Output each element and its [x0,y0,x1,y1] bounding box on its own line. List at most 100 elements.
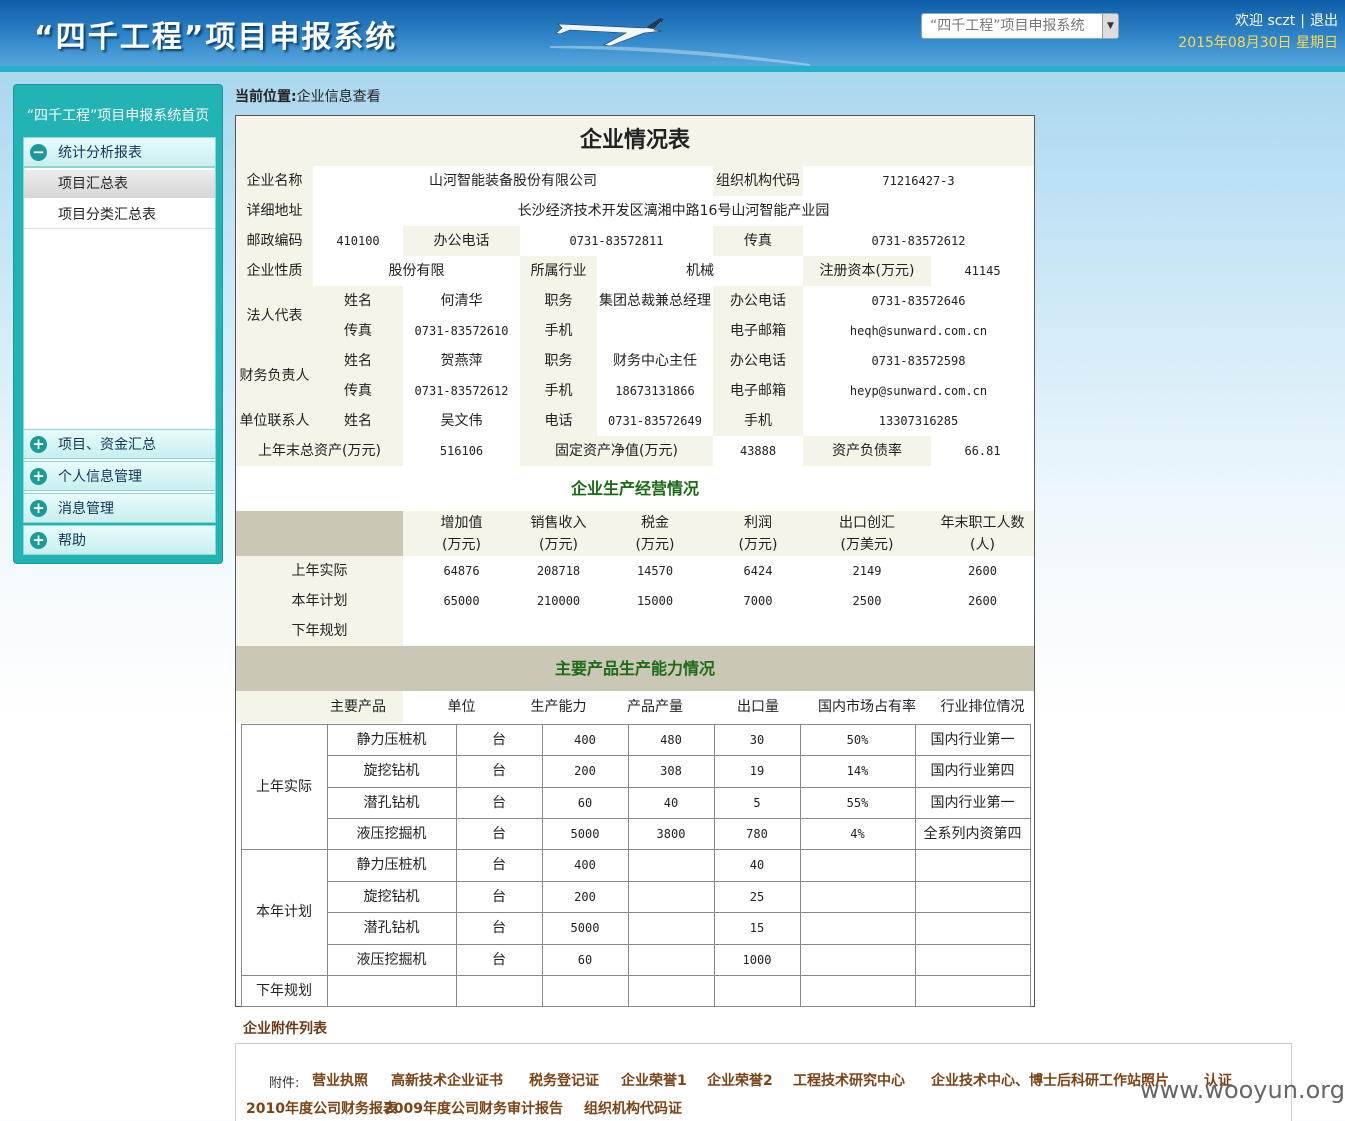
capacity-cell: 4% [850,826,865,841]
sidebar-group-personal[interactable]: + 个人信息管理 [23,461,216,491]
capacity-cell [800,975,915,1006]
company-address: 长沙经济技术开发区漓湘中路16号山河智能产业园 [517,203,830,219]
postcode: 410100 [336,234,380,248]
capacity-cell: 308 [660,764,682,778]
field-label: 法人代表 [236,286,313,346]
production-value [803,616,931,646]
production-value: 210000 [536,594,581,608]
field-label: 注册资本(万元) [803,256,931,286]
attachment-link[interactable]: 高新技术企业证书 [391,1070,503,1090]
production-value: 2600 [968,564,997,578]
field-label: 上年末总资产(万元) [236,436,403,466]
grid-line [327,755,1031,756]
capacity-cell: 国内行业第一 [930,731,1015,748]
attachment-link[interactable]: 企业荣誉2 [707,1070,773,1090]
field-label: 所属行业 [520,256,597,286]
sidebar-group-label: 统计分析报表 [58,145,142,161]
chevron-down-icon: ▼ [1102,14,1118,38]
capacity-cell [800,912,915,944]
field-label: 姓名 [313,406,403,436]
finance-title: 财务中心主任 [613,353,697,369]
capacity-cell: 40 [663,795,679,810]
field-label: 传真 [313,316,403,346]
grid-line [241,1006,1031,1007]
capacity-cell [628,881,714,912]
grid-line [327,912,1031,913]
production-value: 14570 [636,564,674,578]
header-line: 利润 [744,514,772,531]
sidebar-group-help[interactable]: + 帮助 [23,525,216,555]
capacity-cell [915,881,1030,912]
finance-name: 贺燕萍 [440,353,483,369]
field-label: 职务 [520,346,597,376]
sidebar-group-projects[interactable]: + 项目、资金汇总 [23,429,216,459]
production-value: 2149 [852,564,882,578]
capacity-cell: 400 [574,732,596,747]
capacity-cell [714,975,800,1006]
header-unit: (万元) [539,536,578,553]
field-label: 电子邮箱 [713,316,803,346]
field-label: 手机 [713,406,803,436]
production-column-header: 增加值 (万元) [403,511,520,556]
attachment-link[interactable]: 工程技术研究中心 [793,1070,905,1090]
fixed-assets: 43888 [739,444,777,458]
attachment-link[interactable]: 税务登记证 [529,1070,599,1090]
capacity-cell [327,975,456,1006]
attachment-link[interactable]: 组织机构代码证 [584,1098,682,1118]
system-select[interactable]: “四千工程”项目申报系统 ▼ [921,13,1119,39]
attachment-link[interactable]: 企业技术中心、博士后科研工作站照片 [931,1070,1169,1090]
capacity-cell: 400 [574,858,596,872]
capacity-cell: 台 [492,825,506,842]
capacity-cell: 台 [492,763,506,779]
capacity-cell [542,975,628,1006]
attachments-title: 企业附件列表 [243,1021,327,1037]
header-divider [0,66,1345,72]
field-label: 办公电话 [713,286,803,316]
logout-link[interactable]: 退出 [1310,13,1338,29]
grid-line [241,724,242,1007]
grid-line [800,724,801,1007]
field-label: 姓名 [313,286,403,316]
sidebar-item-project-summary[interactable]: 项目汇总表 [24,170,215,198]
capacity-cell: 60 [577,952,593,967]
production-row-label: 下年规划 [236,616,403,646]
production-column-header: 销售收入 (万元) [520,511,597,556]
finance-mobile: 18673131866 [615,384,695,398]
sidebar-group-stats[interactable]: − 统计分析报表 [23,137,216,167]
capacity-cell: 14% [846,764,869,778]
capacity-cell: 液压挖掘机 [356,951,427,968]
capacity-cell: 旋挖钻机 [363,763,420,779]
capacity-cell [800,944,915,975]
production-column-header: 税金 (万元) [597,511,713,556]
field-label: 财务负责人 [236,346,313,406]
capacity-cell: 液压挖掘机 [356,825,427,842]
production-value: 6424 [743,564,773,578]
attachment-link[interactable]: 2009年度公司财务审计报告 [384,1098,563,1118]
expand-icon: + [30,436,47,453]
sidebar-group-messages[interactable]: + 消息管理 [23,493,216,523]
production-value: 2500 [852,594,882,608]
welcome-area: 欢迎 sczt | 退出 [1234,13,1338,29]
header-spacer [236,511,403,556]
attachment-link[interactable]: 2010年度公司财务报表 [246,1098,397,1118]
capacity-cell: 15 [749,921,765,935]
attachments-prefix: 附件: [269,1076,300,1091]
capacity-cell: 国内行业第四 [930,763,1015,779]
attachments-box: 附件: 营业执照 高新技术企业证书 税务登记证 企业荣誉1 企业荣誉2 工程技术… [235,1043,1292,1121]
watermark: www.wooyun.org [1140,1076,1345,1104]
finance-email: heyp@sunward.com.cn [849,384,988,398]
field-label: 办公电话 [713,346,803,376]
capacity-group-label: 下年规划 [256,982,312,999]
attachment-link[interactable]: 营业执照 [312,1070,368,1090]
capacity-cell: 40 [749,858,765,872]
sidebar-item-category-summary[interactable]: 项目分类汇总表 [24,201,215,229]
contact-name: 吴文伟 [440,413,483,429]
production-value [403,616,520,646]
production-column-header: 年末职工人数 (人) [931,511,1034,556]
sidebar-home-link[interactable]: “四千工程”项目申报系统首页 [14,105,222,125]
capacity-cell: 台 [492,857,506,873]
attachment-link[interactable]: 企业荣誉1 [621,1070,687,1090]
grid-line [915,724,916,1007]
production-value [931,616,1034,646]
header-line: 年末职工人数 [940,514,1025,531]
